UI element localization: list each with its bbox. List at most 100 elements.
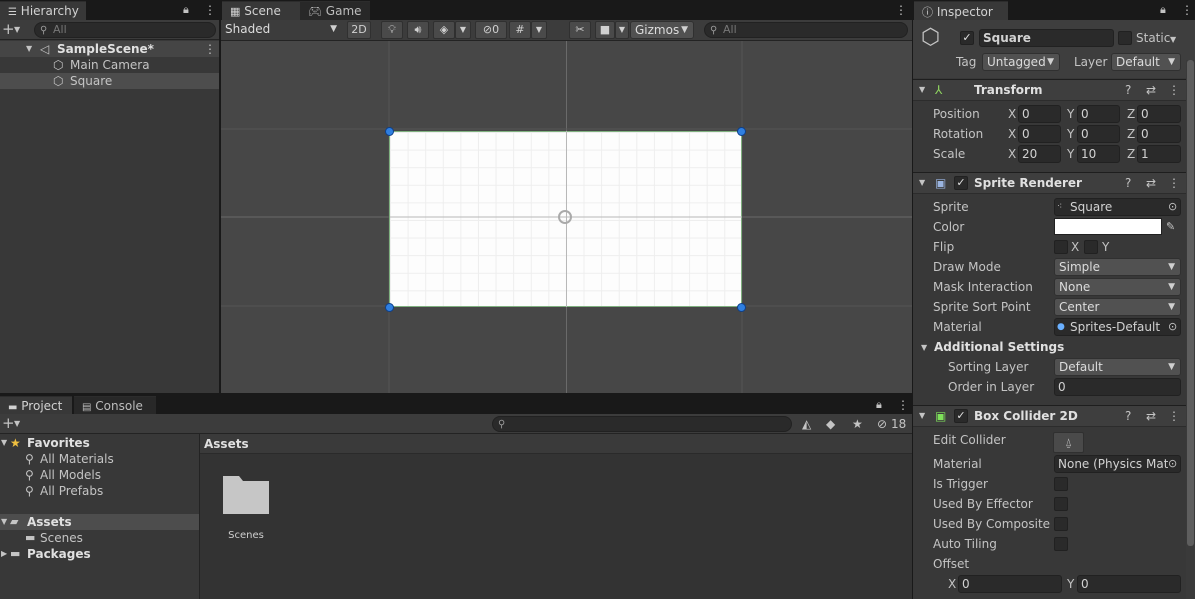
edit-collider-button[interactable]: ⍙ (1053, 432, 1084, 453)
preset-icon[interactable]: ⇄ (1146, 408, 1156, 424)
lock-icon[interactable]: 🔒︎ (183, 2, 189, 18)
offset-x-field[interactable]: 0 (958, 575, 1062, 593)
flip-y-checkbox[interactable] (1084, 240, 1098, 254)
rect-handle-bottom-right[interactable] (737, 303, 746, 312)
more-options-icon[interactable]: ⋮ (897, 397, 909, 413)
scrollbar-thumb[interactable] (1187, 60, 1194, 546)
object-picker-icon[interactable]: ⊙ (1168, 456, 1178, 472)
rect-handle-top-right[interactable] (737, 127, 746, 136)
foldout-arrow-icon[interactable]: ▼ (1, 435, 7, 451)
sprite-sort-point-dropdown[interactable]: Center ▼ (1054, 298, 1181, 316)
inspector-scrollbar[interactable] (1186, 60, 1195, 599)
packages-row[interactable]: ▶ ▬ Packages (0, 546, 199, 562)
effects-toggle-icon[interactable]: ◈ (433, 21, 455, 39)
rotation-x-field[interactable]: 0 (1018, 125, 1061, 143)
rotation-y-field[interactable]: 0 (1077, 125, 1120, 143)
object-picker-icon[interactable]: ⊙ (1168, 199, 1177, 215)
draw-mode-dropdown[interactable]: Simple ▼ (1054, 258, 1181, 276)
preset-icon[interactable]: ⇄ (1146, 175, 1156, 191)
component-menu-icon[interactable]: ⋮ (1168, 82, 1180, 98)
active-checkbox[interactable]: ✓ (960, 31, 974, 45)
foldout-arrow-icon[interactable]: ▶ (1, 546, 7, 562)
grid-dropdown-icon[interactable]: ▼ (531, 21, 547, 39)
divider[interactable] (219, 0, 221, 393)
help-icon[interactable]: ? (1125, 82, 1131, 98)
favorites-row[interactable]: ▼ ★ Favorites (0, 435, 199, 451)
position-y-field[interactable]: 0 (1077, 105, 1120, 123)
2d-mode-toggle[interactable]: 2D (347, 21, 371, 39)
foldout-arrow-icon[interactable]: ▼ (919, 82, 925, 98)
more-options-icon[interactable]: ⋮ (895, 2, 907, 18)
asset-folder-scenes[interactable]: Scenes (216, 472, 276, 546)
foldout-arrow-icon[interactable]: ▼ (1, 514, 7, 530)
layer-dropdown[interactable]: Default ▼ (1111, 53, 1181, 71)
tag-dropdown[interactable]: Untagged ▼ (982, 53, 1060, 71)
used-by-effector-checkbox[interactable] (1054, 497, 1068, 511)
sprite-renderer-header[interactable]: ▼ ▣ ✓ Sprite Renderer ? ⇄ ⋮ (913, 172, 1195, 194)
shading-mode-dropdown[interactable]: Shaded ▼ (221, 21, 342, 39)
scene-viewport[interactable] (221, 41, 912, 393)
favorite-item[interactable]: ⚲ All Prefabs (0, 483, 199, 499)
component-enabled-checkbox[interactable]: ✓ (954, 176, 968, 190)
flip-x-checkbox[interactable] (1054, 240, 1068, 254)
tab-console[interactable]: ▤ Console (74, 396, 156, 415)
component-menu-icon[interactable]: ⋮ (1168, 408, 1180, 424)
mask-interaction-dropdown[interactable]: None ▼ (1054, 278, 1181, 296)
scale-x-field[interactable]: 20 (1018, 145, 1061, 163)
grid-snap-icon[interactable]: # (509, 21, 531, 39)
scale-z-field[interactable]: 1 (1137, 145, 1181, 163)
component-enabled-checkbox[interactable]: ✓ (954, 409, 968, 423)
effects-dropdown-icon[interactable]: ▼ (455, 21, 471, 39)
sprite-object-field[interactable]: ⁖ Square ⊙ (1054, 198, 1181, 216)
favorites-star-icon[interactable]: ★ (852, 416, 863, 432)
auto-tiling-checkbox[interactable] (1054, 537, 1068, 551)
divider[interactable] (0, 393, 912, 395)
material-object-field[interactable]: ● Sprites-Default ⊙ (1054, 318, 1181, 336)
hierarchy-item-main-camera[interactable]: ⬡ Main Camera (0, 57, 219, 73)
hierarchy-item-square[interactable]: ⬡ Square (0, 73, 219, 89)
lock-icon[interactable]: 🔒︎ (876, 397, 882, 413)
chevron-down-icon[interactable]: ▼ (1170, 32, 1176, 48)
breadcrumb-assets[interactable]: Assets (204, 437, 249, 451)
scale-y-field[interactable]: 10 (1077, 145, 1120, 163)
more-options-icon[interactable]: ⋮ (204, 2, 216, 18)
static-checkbox[interactable] (1118, 31, 1132, 45)
tab-inspector[interactable]: ⓘ Inspector (914, 1, 1008, 20)
used-by-composite-checkbox[interactable] (1054, 517, 1068, 531)
order-in-layer-field[interactable]: 0 (1054, 378, 1181, 396)
favorite-item[interactable]: ⚲ All Models (0, 467, 199, 483)
chevron-down-icon[interactable]: ▼ (14, 416, 20, 432)
camera-icon[interactable]: ■ (595, 21, 615, 39)
hierarchy-search-input[interactable]: ⚲ All (34, 22, 216, 38)
audio-toggle-icon[interactable]: 🔊︎ (407, 21, 429, 39)
foldout-arrow-icon[interactable]: ▼ (921, 340, 927, 356)
physics-material-field[interactable]: None (Physics Mat ⊙ (1054, 455, 1181, 473)
foldout-arrow-icon[interactable]: ▼ (919, 175, 925, 191)
object-picker-icon[interactable]: ⊙ (1168, 319, 1177, 335)
tab-game[interactable]: 🎮︎ Game (300, 1, 370, 20)
gizmos-dropdown[interactable]: Gizmos ▼ (630, 21, 694, 39)
more-options-icon[interactable]: ⋮ (1181, 2, 1193, 18)
foldout-arrow-icon[interactable]: ▼ (919, 408, 925, 424)
is-trigger-checkbox[interactable] (1054, 477, 1068, 491)
eye-slash-icon[interactable]: ⊘ (877, 416, 887, 432)
scene-menu-icon[interactable]: ⋮ (204, 41, 216, 57)
favorite-item[interactable]: ⚲ All Materials (0, 451, 199, 467)
eyedropper-icon[interactable]: ✎ (1166, 219, 1175, 235)
tab-hierarchy[interactable]: ☰ Hierarchy (0, 1, 86, 20)
chevron-down-icon[interactable]: ▼ (14, 22, 20, 38)
position-z-field[interactable]: 0 (1137, 105, 1181, 123)
box-collider-header[interactable]: ▼ ▣ ✓ Box Collider 2D ? ⇄ ⋮ (913, 405, 1195, 427)
sorting-layer-dropdown[interactable]: Default ▼ (1054, 358, 1181, 376)
hidden-objects-toggle[interactable]: ⊘0 (475, 21, 507, 39)
preset-icon[interactable]: ⇄ (1146, 82, 1156, 98)
search-by-label-icon[interactable]: ◆ (826, 416, 835, 432)
transform-header[interactable]: ▼ ⅄ Transform ? ⇄ ⋮ (913, 79, 1195, 101)
scene-row[interactable]: ▼ ◁ SampleScene* ⋮ (0, 41, 219, 57)
object-name-field[interactable]: Square (979, 29, 1114, 47)
additional-settings-label[interactable]: Additional Settings (934, 340, 1064, 354)
lighting-toggle-icon[interactable]: 💡︎ (381, 21, 403, 39)
tab-project[interactable]: ▬ Project (0, 396, 72, 415)
gameobject-cube-icon[interactable]: ⬡ (921, 27, 940, 49)
scene-search-input[interactable]: ⚲ All (704, 22, 908, 38)
